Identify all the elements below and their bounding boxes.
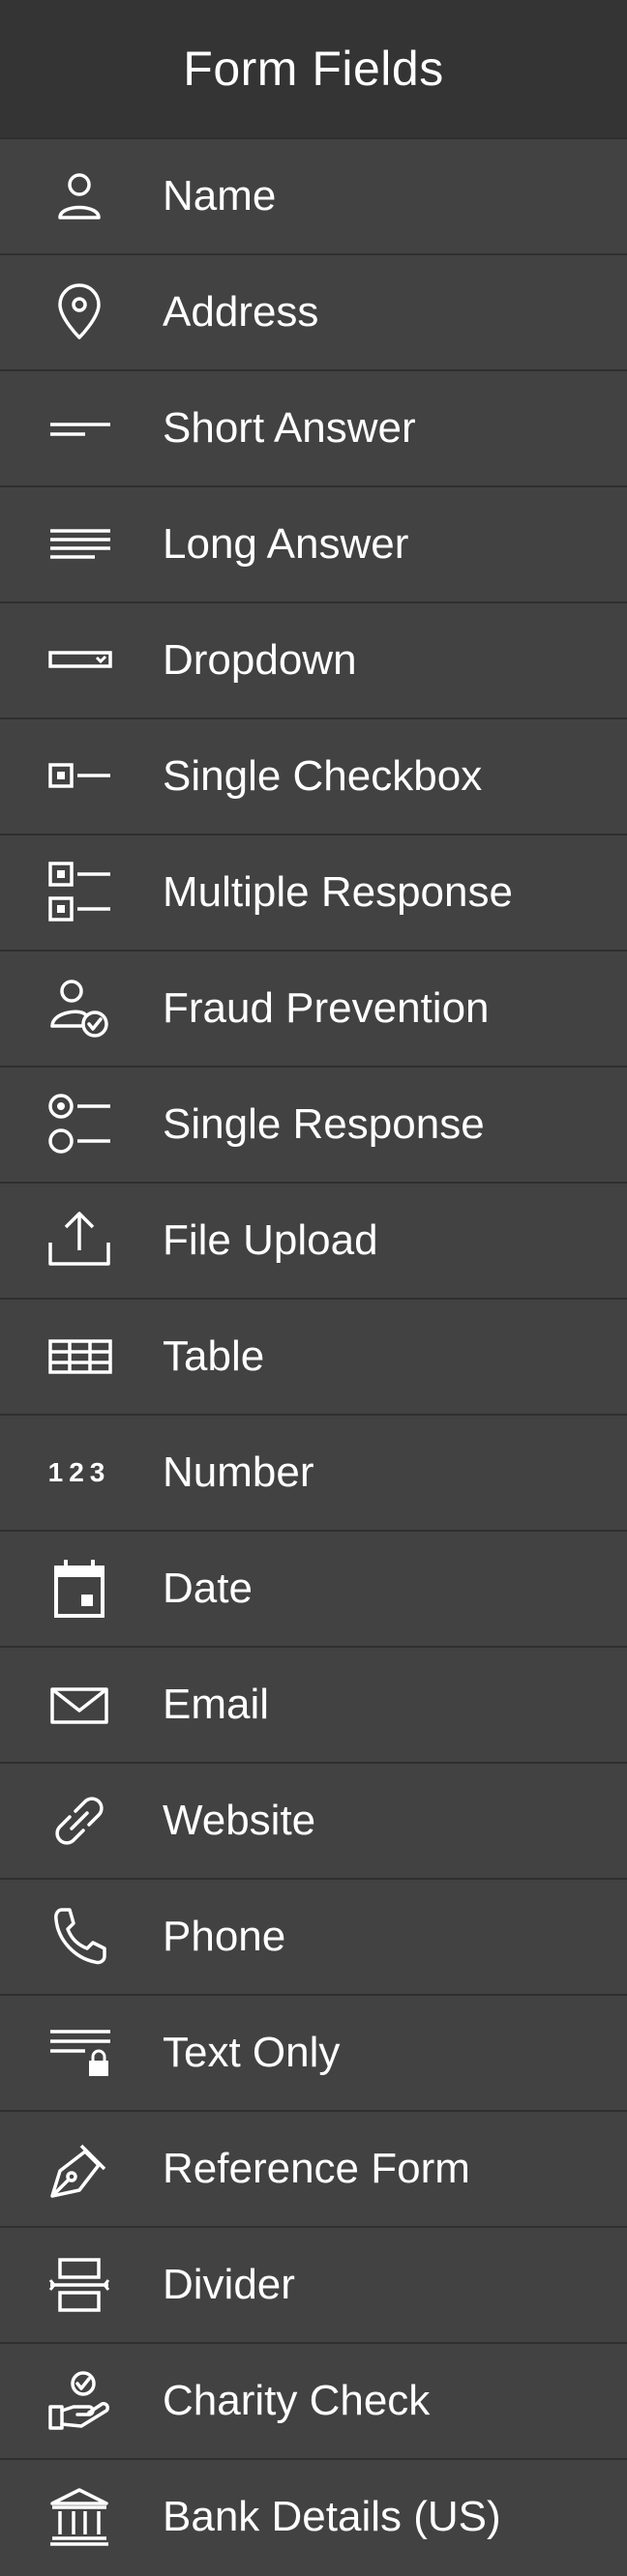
field-item-label: Name xyxy=(163,172,277,220)
field-item-name[interactable]: Name xyxy=(0,137,627,253)
field-item-short-answer[interactable]: Short Answer xyxy=(0,369,627,485)
form-fields-panel: Form Fields Name Address Short Answer Lo… xyxy=(0,0,627,2576)
checkbox-icon xyxy=(46,744,112,809)
field-item-single-response[interactable]: Single Response xyxy=(0,1066,627,1182)
field-item-file-upload[interactable]: File Upload xyxy=(0,1182,627,1298)
envelope-icon xyxy=(46,1672,112,1738)
field-item-label: Charity Check xyxy=(163,2377,431,2424)
map-pin-icon xyxy=(46,279,112,345)
field-item-address[interactable]: Address xyxy=(0,253,627,369)
field-item-multiple-response[interactable]: Multiple Response xyxy=(0,834,627,950)
field-item-charity-check[interactable]: Charity Check xyxy=(0,2342,627,2458)
field-item-label: Table xyxy=(163,1332,265,1380)
field-item-label: Reference Form xyxy=(163,2145,470,2192)
field-item-label: Single Checkbox xyxy=(163,752,483,800)
field-item-date[interactable]: Date xyxy=(0,1530,627,1646)
field-item-label: Single Response xyxy=(163,1100,485,1148)
link-icon xyxy=(46,1788,112,1854)
pen-icon xyxy=(46,2136,112,2202)
field-item-label: Date xyxy=(163,1565,253,1612)
phone-icon xyxy=(46,1904,112,1970)
field-item-dropdown[interactable]: Dropdown xyxy=(0,601,627,717)
field-item-label: Short Answer xyxy=(163,404,416,452)
upload-icon xyxy=(46,1208,112,1273)
long-lines-icon xyxy=(46,512,112,577)
field-item-label: Text Only xyxy=(163,2029,341,2076)
field-item-email[interactable]: Email xyxy=(0,1646,627,1762)
panel-title: Form Fields xyxy=(183,42,444,96)
field-item-single-checkbox[interactable]: Single Checkbox xyxy=(0,717,627,834)
field-item-bank-details[interactable]: Bank Details (US) xyxy=(0,2458,627,2574)
person-icon xyxy=(46,163,112,229)
number-icon: 123 xyxy=(47,1457,111,1487)
field-item-label: Fraud Prevention xyxy=(163,984,490,1032)
field-item-label: Address xyxy=(163,288,319,336)
field-item-text-only[interactable]: Text Only xyxy=(0,1994,627,2110)
field-item-divider[interactable]: Divider xyxy=(0,2226,627,2342)
field-item-label: Email xyxy=(163,1681,270,1728)
bank-icon xyxy=(46,2484,112,2550)
short-lines-icon xyxy=(46,395,112,461)
field-item-label: File Upload xyxy=(163,1216,378,1264)
field-item-label: Number xyxy=(163,1449,314,1496)
divider-icon xyxy=(46,2252,112,2318)
form-field-list: Name Address Short Answer Long Answer Dr… xyxy=(0,137,627,2574)
field-item-label: Website xyxy=(163,1797,316,1844)
field-item-long-answer[interactable]: Long Answer xyxy=(0,485,627,601)
field-item-number[interactable]: 123 Number xyxy=(0,1414,627,1530)
hand-check-icon xyxy=(46,2368,112,2434)
table-icon xyxy=(46,1324,112,1390)
field-item-label: Long Answer xyxy=(163,520,409,568)
multi-checkbox-icon xyxy=(46,860,112,925)
radio-icon xyxy=(46,1092,112,1157)
field-item-phone[interactable]: Phone xyxy=(0,1878,627,1994)
calendar-icon xyxy=(46,1556,112,1622)
dropdown-icon xyxy=(46,628,112,693)
field-item-label: Phone xyxy=(163,1913,286,1960)
field-item-label: Dropdown xyxy=(163,636,357,684)
field-item-website[interactable]: Website xyxy=(0,1762,627,1878)
person-check-icon xyxy=(46,976,112,1041)
field-item-reference-form[interactable]: Reference Form xyxy=(0,2110,627,2226)
field-item-table[interactable]: Table xyxy=(0,1298,627,1414)
field-item-label: Bank Details (US) xyxy=(163,2493,501,2540)
field-item-label: Divider xyxy=(163,2261,295,2308)
field-item-label: Multiple Response xyxy=(163,868,513,916)
panel-header: Form Fields xyxy=(0,0,627,137)
field-item-fraud-prevention[interactable]: Fraud Prevention xyxy=(0,950,627,1066)
text-lock-icon xyxy=(46,2020,112,2086)
